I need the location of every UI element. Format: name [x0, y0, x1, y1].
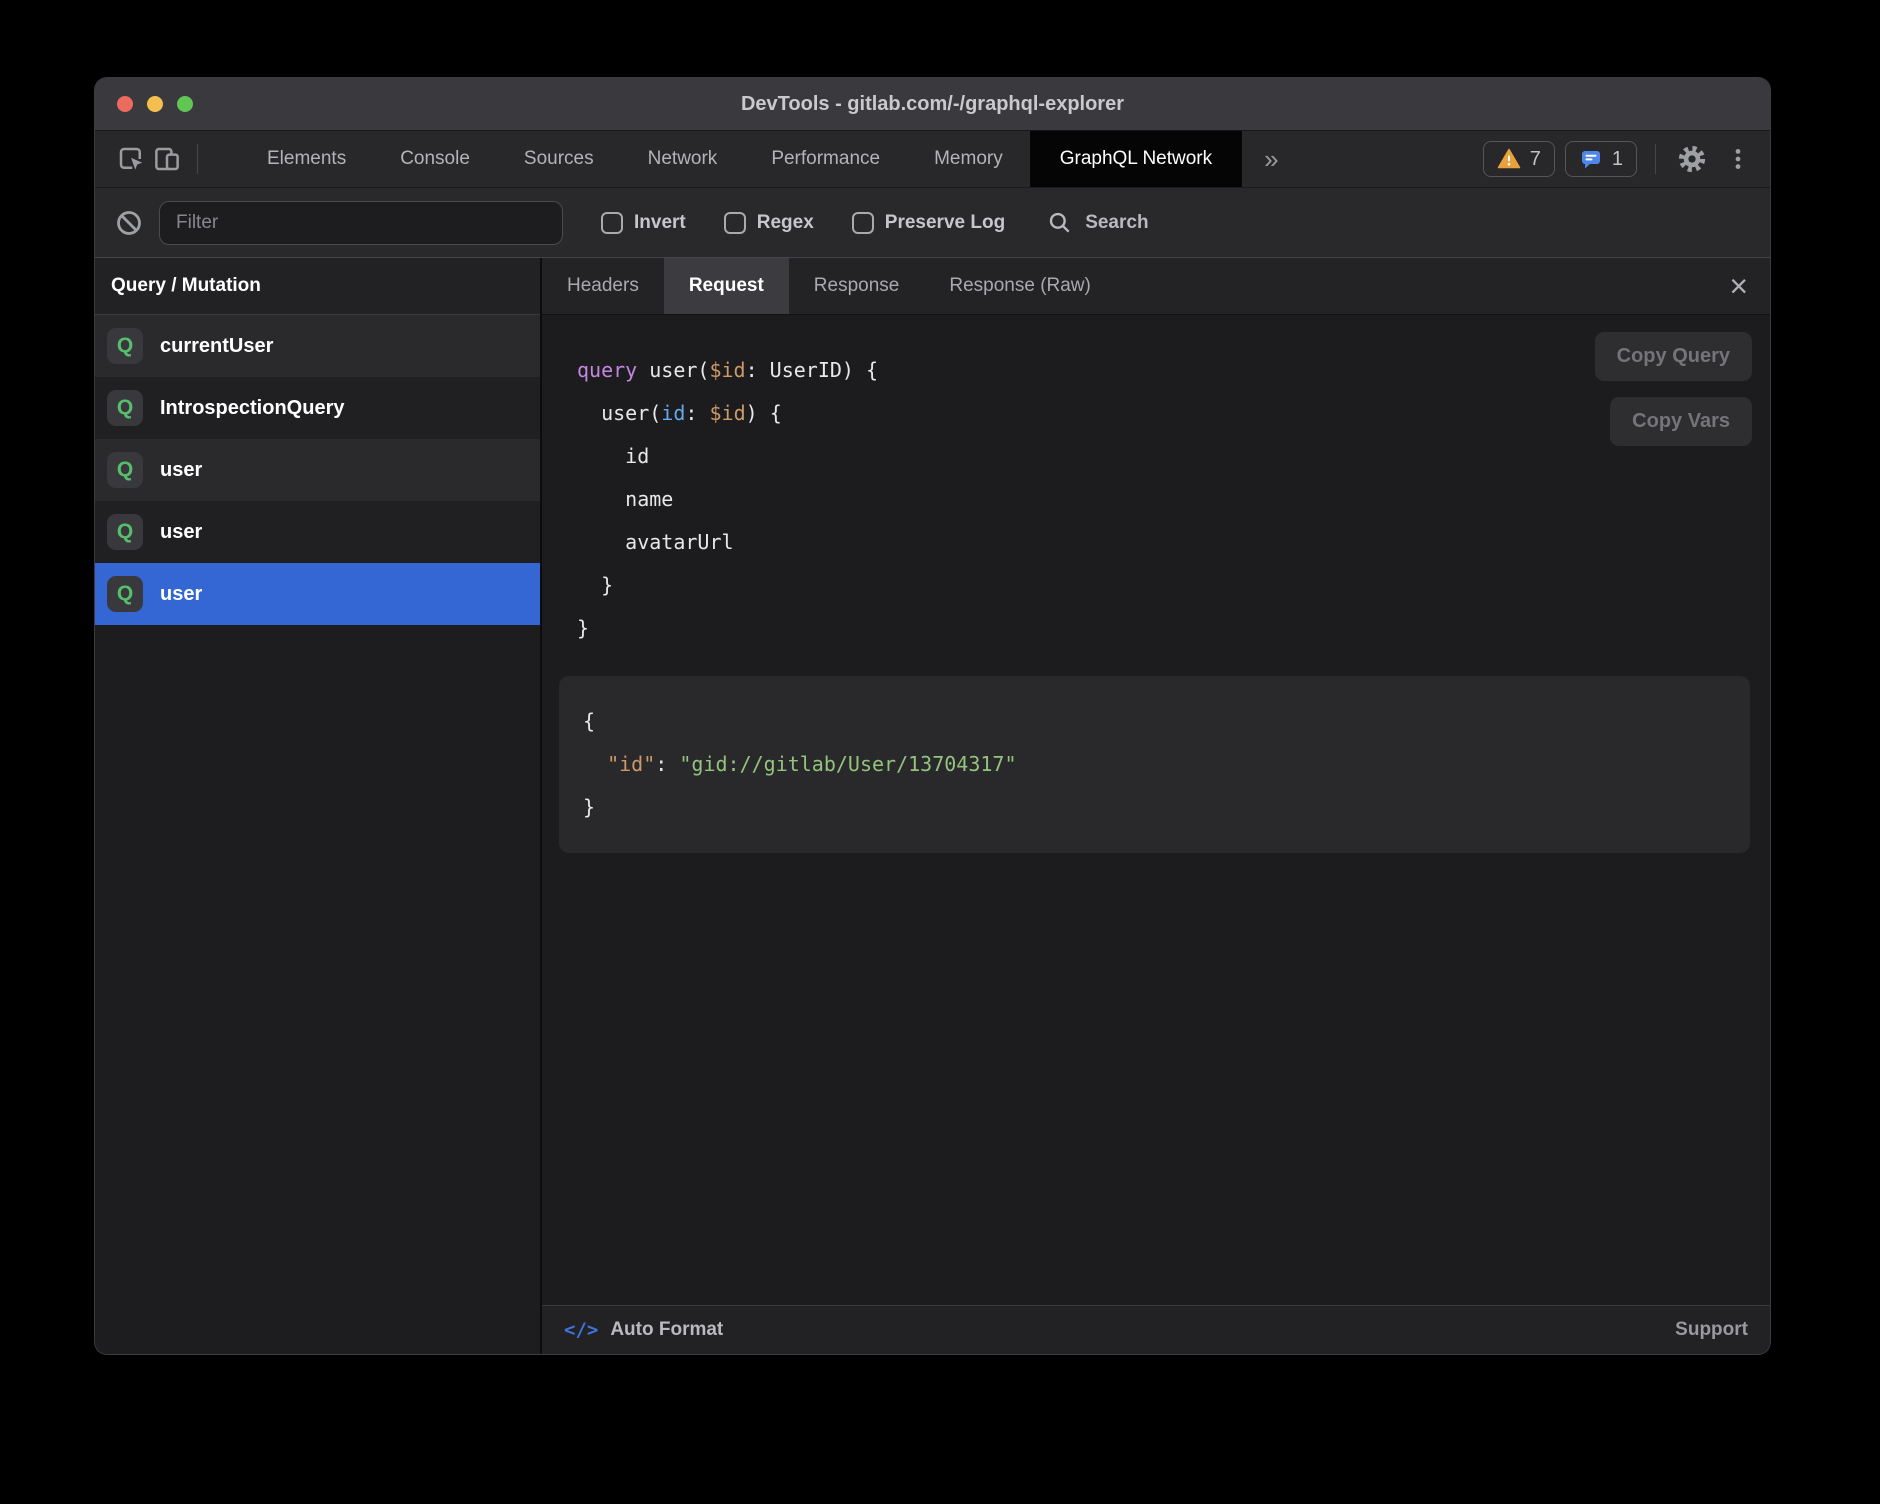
search-control[interactable]: Search	[1047, 210, 1148, 236]
query-list-item-selected[interactable]: Q user	[95, 563, 540, 625]
clear-requests-icon[interactable]	[115, 209, 143, 237]
more-tabs-chevron-icon[interactable]: »	[1242, 144, 1300, 175]
graphql-query-code: query user($id: UserID) { user(id: $id) …	[542, 315, 1770, 650]
request-detail-pane: Headers Request Response Response (Raw) …	[542, 258, 1770, 1354]
search-icon	[1047, 210, 1073, 236]
tab-request[interactable]: Request	[664, 258, 789, 314]
query-list-item[interactable]: Q currentUser	[95, 315, 540, 377]
query-list-item[interactable]: Q IntrospectionQuery	[95, 377, 540, 439]
code-brackets-icon: </>	[564, 1319, 598, 1341]
query-type-badge: Q	[107, 514, 143, 550]
traffic-lights	[117, 78, 193, 130]
tab-network[interactable]: Network	[621, 131, 745, 187]
query-name: user	[160, 583, 202, 606]
query-type-badge: Q	[107, 390, 143, 426]
query-type-badge: Q	[107, 576, 143, 612]
preserve-log-checkbox[interactable]	[852, 212, 874, 234]
tab-response-raw[interactable]: Response (Raw)	[924, 258, 1116, 314]
tab-console[interactable]: Console	[373, 131, 497, 187]
query-type-badge: Q	[107, 452, 143, 488]
preserve-log-checkbox-group: Preserve Log	[852, 212, 1005, 234]
copy-query-button[interactable]: Copy Query	[1595, 332, 1752, 381]
query-list-item[interactable]: Q user	[95, 501, 540, 563]
minimize-window-button[interactable]	[147, 96, 163, 112]
copy-vars-button[interactable]: Copy Vars	[1610, 397, 1752, 446]
tab-graphql-network[interactable]: GraphQL Network	[1030, 131, 1242, 187]
issues-badge[interactable]: 1	[1565, 141, 1637, 177]
toolbar-separator	[197, 144, 198, 174]
warning-count: 7	[1530, 148, 1541, 171]
filter-input[interactable]	[159, 201, 563, 245]
close-window-button[interactable]	[117, 96, 133, 112]
invert-label: Invert	[634, 212, 686, 234]
query-name: user	[160, 521, 202, 544]
detail-footer: </> Auto Format Support	[542, 1305, 1770, 1354]
auto-format-button[interactable]: </> Auto Format	[564, 1319, 723, 1341]
window-title: DevTools - gitlab.com/-/graphql-explorer	[95, 93, 1770, 116]
device-toolbar-icon[interactable]	[149, 141, 185, 177]
graphql-variables-box: { "id": "gid://gitlab/User/13704317"}	[559, 676, 1750, 853]
panel-content: Query / Mutation Q currentUser Q Introsp…	[95, 258, 1770, 1354]
warnings-badge[interactable]: 7	[1483, 141, 1555, 177]
desktop: { "window": { "title": "DevTools - gitla…	[0, 0, 1880, 1504]
auto-format-label: Auto Format	[610, 1319, 723, 1341]
message-bubble-icon	[1579, 147, 1603, 171]
devtools-panel-tabs: Elements Console Sources Network Perform…	[240, 131, 1301, 187]
filter-bar: Invert Regex Preserve Log Search	[95, 188, 1770, 258]
toolbar-right-group: 7 1	[1483, 141, 1756, 177]
devtools-toolbar: Elements Console Sources Network Perform…	[95, 131, 1770, 188]
support-link[interactable]: Support	[1675, 1319, 1748, 1341]
tab-response[interactable]: Response	[789, 258, 925, 314]
sidebar-header: Query / Mutation	[95, 258, 540, 315]
settings-gear-icon[interactable]	[1674, 141, 1710, 177]
tab-headers[interactable]: Headers	[542, 258, 664, 314]
query-type-badge: Q	[107, 328, 143, 364]
preserve-log-label: Preserve Log	[885, 212, 1005, 234]
invert-checkbox[interactable]	[601, 212, 623, 234]
issue-count: 1	[1612, 148, 1623, 171]
query-list-sidebar: Query / Mutation Q currentUser Q Introsp…	[95, 258, 542, 1354]
query-name: user	[160, 459, 202, 482]
titlebar: DevTools - gitlab.com/-/graphql-explorer	[95, 78, 1770, 131]
close-detail-icon[interactable]: ×	[1729, 270, 1748, 302]
tab-performance[interactable]: Performance	[744, 131, 907, 187]
toolbar-separator	[1655, 144, 1656, 174]
invert-checkbox-group: Invert	[601, 212, 686, 234]
tab-elements[interactable]: Elements	[240, 131, 373, 187]
warning-triangle-icon	[1497, 147, 1521, 171]
regex-label: Regex	[757, 212, 814, 234]
query-name: currentUser	[160, 335, 273, 358]
tab-memory[interactable]: Memory	[907, 131, 1030, 187]
devtools-window: DevTools - gitlab.com/-/graphql-explorer…	[95, 78, 1770, 1354]
query-list-item[interactable]: Q user	[95, 439, 540, 501]
request-body: query user($id: UserID) { user(id: $id) …	[542, 315, 1770, 1305]
inspect-element-icon[interactable]	[113, 141, 149, 177]
detail-tab-bar: Headers Request Response Response (Raw) …	[542, 258, 1770, 315]
query-name: IntrospectionQuery	[160, 397, 344, 420]
regex-checkbox[interactable]	[724, 212, 746, 234]
search-label: Search	[1085, 212, 1148, 234]
more-options-icon[interactable]	[1720, 141, 1756, 177]
tab-sources[interactable]: Sources	[497, 131, 621, 187]
regex-checkbox-group: Regex	[724, 212, 814, 234]
fullscreen-window-button[interactable]	[177, 96, 193, 112]
